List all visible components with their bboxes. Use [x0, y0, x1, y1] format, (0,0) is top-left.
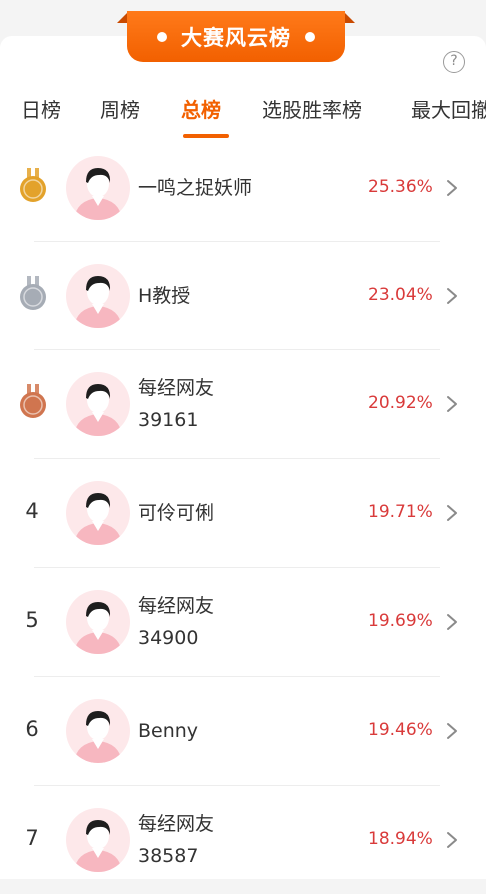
- leaderboard-row[interactable]: 每经网友 39161 20.92%: [0, 350, 486, 459]
- chevron-right-icon[interactable]: [446, 179, 458, 197]
- user-avatar[interactable]: [66, 481, 130, 545]
- return-percentage: 19.46%: [368, 720, 433, 740]
- leaderboard-row[interactable]: 一鸣之捉妖师 25.36%: [0, 134, 486, 242]
- chevron-right-icon[interactable]: [446, 831, 458, 849]
- user-avatar[interactable]: [66, 264, 130, 328]
- user-name-line1: H教授: [138, 285, 191, 307]
- return-percentage: 20.92%: [368, 393, 433, 413]
- user-name-line2: 38587: [138, 845, 199, 867]
- user-avatar[interactable]: [66, 156, 130, 220]
- user-name: H教授: [138, 280, 190, 312]
- user-name-line2: 34900: [138, 627, 199, 649]
- return-percentage: 25.36%: [368, 177, 433, 197]
- user-name: 每经网友 39161: [138, 372, 214, 436]
- rank-number: 4: [25, 499, 39, 523]
- title-banner: 大赛风云榜: [117, 8, 355, 62]
- user-avatar[interactable]: [66, 372, 130, 436]
- rank-number: 5: [25, 608, 39, 632]
- return-percentage: 19.69%: [368, 611, 433, 631]
- user-name-line1: 每经网友: [138, 377, 215, 399]
- user-name: Benny: [138, 715, 198, 747]
- banner-dot-right: [305, 31, 315, 42]
- user-name: 可伶可俐: [138, 497, 214, 529]
- leaderboard-row[interactable]: 4 可伶可俐 19.71%: [0, 459, 486, 568]
- user-name: 一鸣之捉妖师: [138, 172, 252, 204]
- tab-overall[interactable]: 总榜: [181, 94, 221, 123]
- user-name-line1: 每经网友: [138, 595, 215, 617]
- chevron-right-icon[interactable]: [446, 287, 458, 305]
- user-name-line1: 可伶可俐: [138, 502, 215, 524]
- leaderboard-row[interactable]: H教授 23.04%: [0, 242, 486, 350]
- leaderboard-row[interactable]: 7 每经网友 38587 18.94%: [0, 786, 486, 894]
- leaderboard-row[interactable]: 6 Benny 19.46%: [0, 677, 486, 786]
- user-name: 每经网友 34900: [138, 590, 214, 654]
- tab-stock-win-rate[interactable]: 选股胜率榜: [262, 94, 362, 123]
- user-name-line1: 一鸣之捉妖师: [138, 177, 253, 199]
- tab-weekly[interactable]: 周榜: [100, 94, 140, 123]
- user-avatar[interactable]: [66, 808, 130, 872]
- help-icon[interactable]: ?: [443, 51, 465, 73]
- user-avatar[interactable]: [66, 590, 130, 654]
- banner-body: 大赛风云榜: [127, 11, 345, 62]
- rank-medal-bronze-icon: [18, 384, 48, 420]
- chevron-right-icon[interactable]: [446, 504, 458, 522]
- return-percentage: 23.04%: [368, 285, 433, 305]
- leaderboard-row[interactable]: 5 每经网友 34900 19.69%: [0, 568, 486, 677]
- user-name-line1: Benny: [138, 720, 199, 742]
- chevron-right-icon[interactable]: [446, 395, 458, 413]
- user-name-line1: 每经网友: [138, 813, 215, 835]
- chevron-right-icon[interactable]: [446, 722, 458, 740]
- banner-dot-left: [157, 31, 167, 42]
- rank-medal-silver-icon: [18, 276, 48, 312]
- return-percentage: 18.94%: [368, 829, 433, 849]
- page-title: 大赛风云榜: [181, 25, 291, 50]
- user-avatar[interactable]: [66, 699, 130, 763]
- rank-medal-gold-icon: [18, 168, 48, 204]
- return-percentage: 19.71%: [368, 502, 433, 522]
- rank-number: 7: [25, 826, 39, 850]
- user-name-line2: 39161: [138, 409, 199, 431]
- tab-max-drawdown[interactable]: 最大回撤: [411, 94, 486, 123]
- tab-daily[interactable]: 日榜: [21, 94, 61, 123]
- user-name: 每经网友 38587: [138, 808, 214, 872]
- rank-number: 6: [25, 717, 39, 741]
- chevron-right-icon[interactable]: [446, 613, 458, 631]
